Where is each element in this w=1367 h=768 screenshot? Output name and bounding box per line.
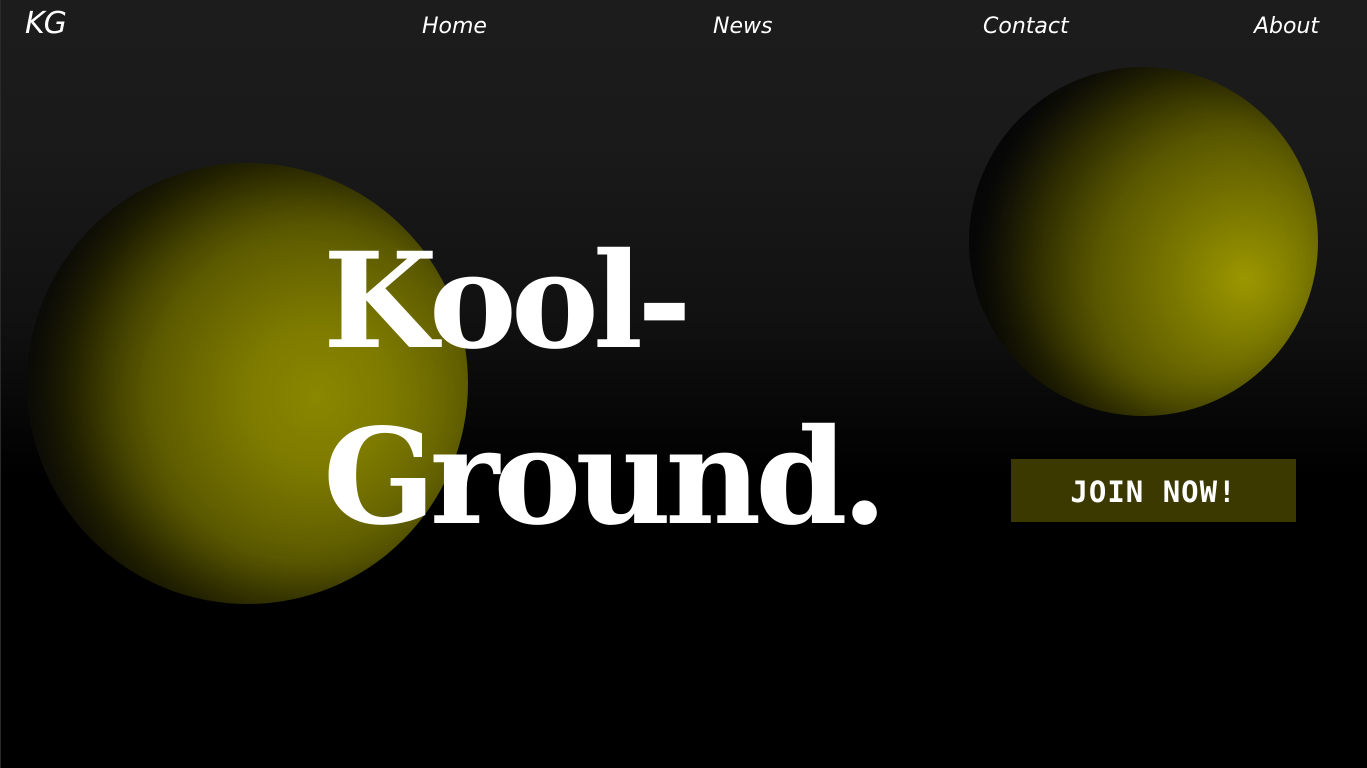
hero-title-line-2: Ground. (323, 400, 888, 555)
hero-title: Kool- Ground. (323, 214, 888, 566)
nav-link-home[interactable]: Home (422, 14, 487, 39)
join-now-button[interactable]: JOIN NOW! (1011, 459, 1296, 522)
nav-link-news[interactable]: News (713, 14, 772, 39)
decorative-orb-right (969, 67, 1318, 416)
nav-link-about[interactable]: About (1254, 14, 1319, 39)
landing-page: KG Home News Contact About Kool- Ground.… (0, 0, 1367, 768)
nav-link-contact[interactable]: Contact (983, 14, 1069, 39)
site-logo[interactable]: KG (25, 6, 67, 41)
hero-title-line-1: Kool- (323, 224, 692, 379)
